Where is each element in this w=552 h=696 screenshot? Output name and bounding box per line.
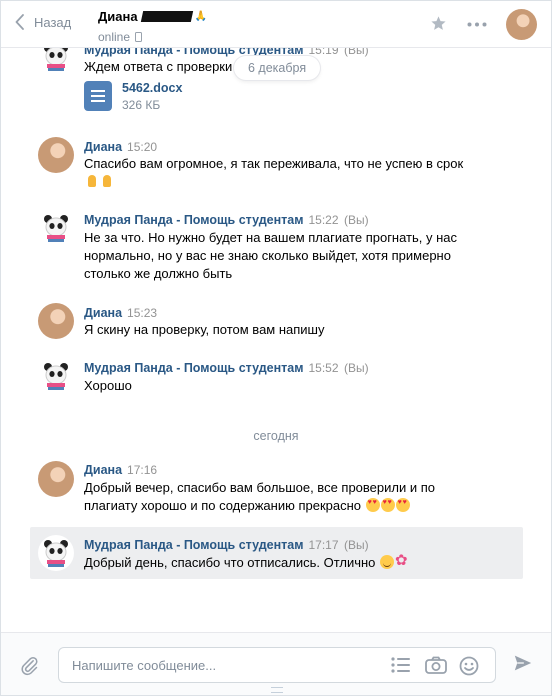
document-attachment[interactable]: 5462.docx 326 КБ	[84, 81, 182, 112]
document-name[interactable]: 5462.docx	[122, 81, 182, 95]
peer-status: online	[98, 30, 131, 44]
panda-avatar-icon	[39, 359, 73, 393]
message-author[interactable]: Мудрая Панда - Помощь студентам	[84, 538, 303, 552]
message-author[interactable]: Мудрая Панда - Помощь студентам	[84, 213, 303, 227]
document-size: 326 КБ	[122, 98, 161, 112]
message-time[interactable]: 15:20	[127, 140, 157, 154]
message-text: Добрый вечер, спасибо вам большое, все п…	[84, 479, 479, 515]
message-text: Не за что. Но нужно будет на вашем плаги…	[84, 230, 458, 281]
avatar[interactable]	[38, 461, 74, 497]
send-icon[interactable]	[513, 654, 533, 672]
emoji-icon[interactable]	[459, 656, 479, 676]
attach-icon[interactable]	[19, 654, 39, 676]
peer-avatar[interactable]	[506, 9, 537, 40]
message-time[interactable]: 17:17	[308, 538, 338, 552]
message-time[interactable]: 17:16	[127, 463, 157, 477]
flower-icon	[395, 552, 409, 570]
message-author[interactable]: Диана	[84, 306, 122, 320]
avatar[interactable]	[38, 535, 74, 571]
back-chevron-icon	[15, 14, 24, 30]
chat-window: Назад Диана 🙏 online Мудрая Панда - Помо…	[0, 0, 552, 696]
panda-avatar-icon	[39, 536, 73, 570]
peer-info[interactable]: Диана 🙏 online	[98, 9, 207, 44]
star-icon[interactable]	[430, 15, 447, 32]
message-text: Спасибо вам огромное, я так переживала, …	[84, 155, 489, 191]
message-input[interactable]: Напишите сообщение...	[58, 647, 496, 683]
avatar[interactable]	[38, 137, 74, 173]
back-label: Назад	[34, 14, 72, 30]
date-separator: сегодня	[253, 429, 299, 443]
heart-eyes-icon	[365, 498, 380, 512]
date-pill: 6 декабря	[234, 56, 321, 80]
smiling-face-icon	[380, 555, 395, 569]
message-you-tag: (Вы)	[344, 538, 369, 552]
avatar[interactable]	[38, 210, 74, 246]
message-you-tag: (Вы)	[344, 213, 369, 227]
message-time[interactable]: 15:23	[127, 306, 157, 320]
document-icon	[84, 81, 112, 111]
camera-icon[interactable]	[425, 656, 447, 674]
avatar[interactable]	[38, 303, 74, 339]
message-placeholder: Напишите сообщение...	[72, 658, 217, 673]
phone-icon	[135, 32, 143, 42]
message-you-tag: (Вы)	[344, 361, 369, 375]
more-icon[interactable]	[467, 22, 487, 27]
message-text: Хорошо	[84, 378, 132, 393]
panda-avatar-icon	[39, 211, 73, 245]
message-author[interactable]: Мудрая Панда - Помощь студентам	[84, 361, 303, 375]
message-time[interactable]: 15:22	[308, 213, 338, 227]
pray-icon: 🙏	[194, 11, 208, 22]
pray-icon	[100, 174, 114, 188]
message-author[interactable]: Диана	[84, 463, 122, 477]
avatar[interactable]	[38, 358, 74, 394]
back-button[interactable]: Назад	[15, 14, 71, 30]
heart-eyes-icon	[395, 498, 410, 512]
message-author[interactable]: Диана	[84, 140, 122, 154]
message-time[interactable]: 15:52	[308, 361, 338, 375]
pray-icon	[85, 174, 99, 188]
template-list-icon[interactable]	[391, 656, 411, 674]
chat-header: Назад Диана 🙏 online	[1, 1, 551, 48]
heart-eyes-icon	[380, 498, 395, 512]
message-text: Добрый день, спасибо что отписались. Отл…	[84, 552, 489, 572]
redaction-mark	[140, 11, 193, 22]
message-text: Я скину на проверку, потом вам напишу	[84, 322, 325, 337]
resize-handle[interactable]	[271, 687, 283, 693]
peer-name: Диана	[98, 9, 138, 24]
